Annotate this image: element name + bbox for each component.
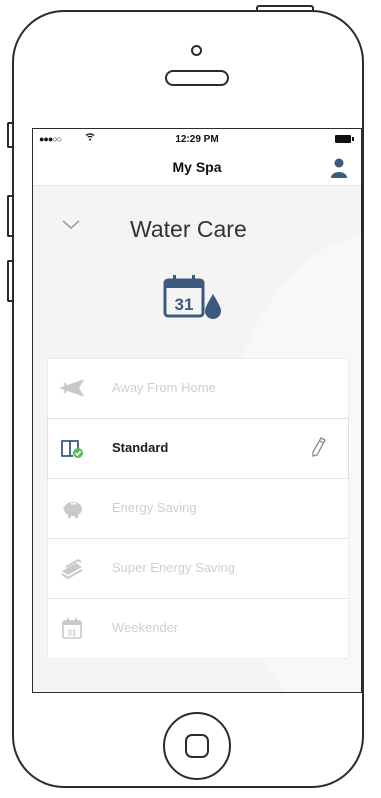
mode-standard[interactable]: Standard <box>48 419 348 479</box>
main-content: Water Care 31 Away From Home Standard En… <box>33 186 361 692</box>
status-time: 12:29 PM <box>175 134 219 145</box>
calendar-water-drop-icon: 31 <box>161 274 225 322</box>
profile-button[interactable] <box>329 157 349 179</box>
money-stack-icon <box>60 557 84 580</box>
mode-label: Standard <box>112 440 169 455</box>
front-camera <box>191 45 202 56</box>
person-icon <box>331 158 347 178</box>
section-title: Water Care <box>130 216 247 242</box>
chevron-down-icon <box>62 220 80 229</box>
edit-button[interactable] <box>312 437 326 457</box>
status-bar: ●●●○○ 12:29 PM <box>33 129 361 151</box>
mode-label: Super Energy Saving <box>112 560 235 575</box>
mode-energy-saving[interactable]: Energy Saving <box>48 479 348 539</box>
mode-weekender[interactable]: 31 Weekender <box>48 599 348 658</box>
calendar-icon: 31 <box>60 617 84 639</box>
earpiece-speaker <box>165 70 229 86</box>
piggy-bank-icon <box>60 497 84 519</box>
mode-super-energy-saving[interactable]: Super Energy Saving <box>48 539 348 599</box>
mockup-stage: ●●●○○ 12:29 PM My Spa Water Care 31 Away… <box>0 0 381 798</box>
home-button-square <box>185 734 209 758</box>
navigation-bar: My Spa <box>33 151 361 186</box>
phone-screen: ●●●○○ 12:29 PM My Spa Water Care 31 Away… <box>32 128 362 693</box>
weekender-calendar-day: 31 <box>68 629 77 638</box>
mode-label: Away From Home <box>112 380 216 395</box>
collapse-toggle[interactable] <box>61 218 81 232</box>
battery-icon <box>335 135 354 143</box>
mode-label: Weekender <box>112 620 179 635</box>
book-check-icon <box>60 437 84 459</box>
hero-calendar-day: 31 <box>175 295 194 314</box>
water-care-mode-list: Away From Home Standard Energy Saving Su… <box>47 358 349 659</box>
page-title: My Spa <box>172 159 222 175</box>
mode-label: Energy Saving <box>112 500 197 515</box>
water-care-header[interactable]: Water Care <box>33 208 361 252</box>
pencil-icon <box>312 437 326 457</box>
mode-away-from-home[interactable]: Away From Home <box>48 359 348 419</box>
home-button[interactable] <box>163 712 231 780</box>
airplane-icon <box>58 377 85 399</box>
